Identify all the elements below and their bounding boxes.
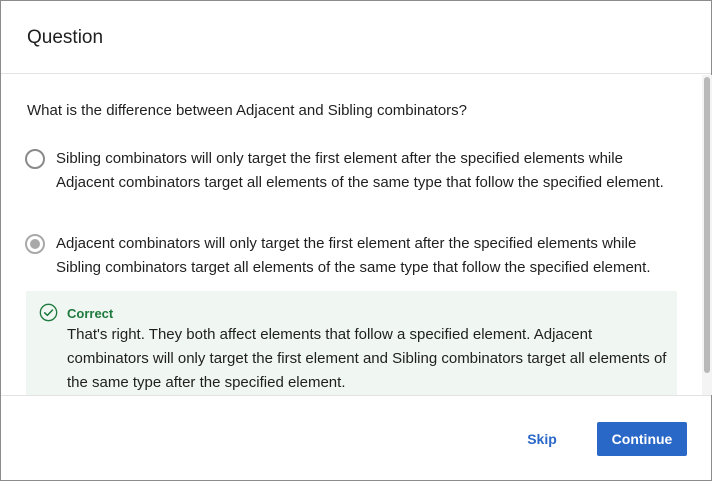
dialog-title: Question xyxy=(27,27,104,48)
answer-option-label: Sibling combinators will only target the… xyxy=(56,150,664,191)
feedback-text: That's right. They both affect elements … xyxy=(67,326,667,391)
answer-option-label: Adjacent combinators will only target th… xyxy=(56,235,651,276)
check-circle-icon xyxy=(39,303,58,322)
dialog-body: What is the difference between Adjacent … xyxy=(1,75,701,395)
question-dialog: Question What is the difference between … xyxy=(0,0,712,481)
feedback-panel: Correct That's right. They both affect e… xyxy=(26,291,677,395)
question-text: What is the difference between Adjacent … xyxy=(27,102,467,119)
continue-button[interactable]: Continue xyxy=(597,422,687,456)
radio-unselected[interactable] xyxy=(25,149,45,169)
skip-button[interactable]: Skip xyxy=(513,423,571,455)
radio-selected[interactable] xyxy=(25,234,45,254)
scrollbar-thumb[interactable] xyxy=(704,77,710,373)
feedback-status: Correct xyxy=(67,306,114,321)
dialog-footer: Skip Continue xyxy=(1,395,711,480)
scrollbar[interactable] xyxy=(702,75,712,395)
dialog-header: Question xyxy=(1,1,711,74)
